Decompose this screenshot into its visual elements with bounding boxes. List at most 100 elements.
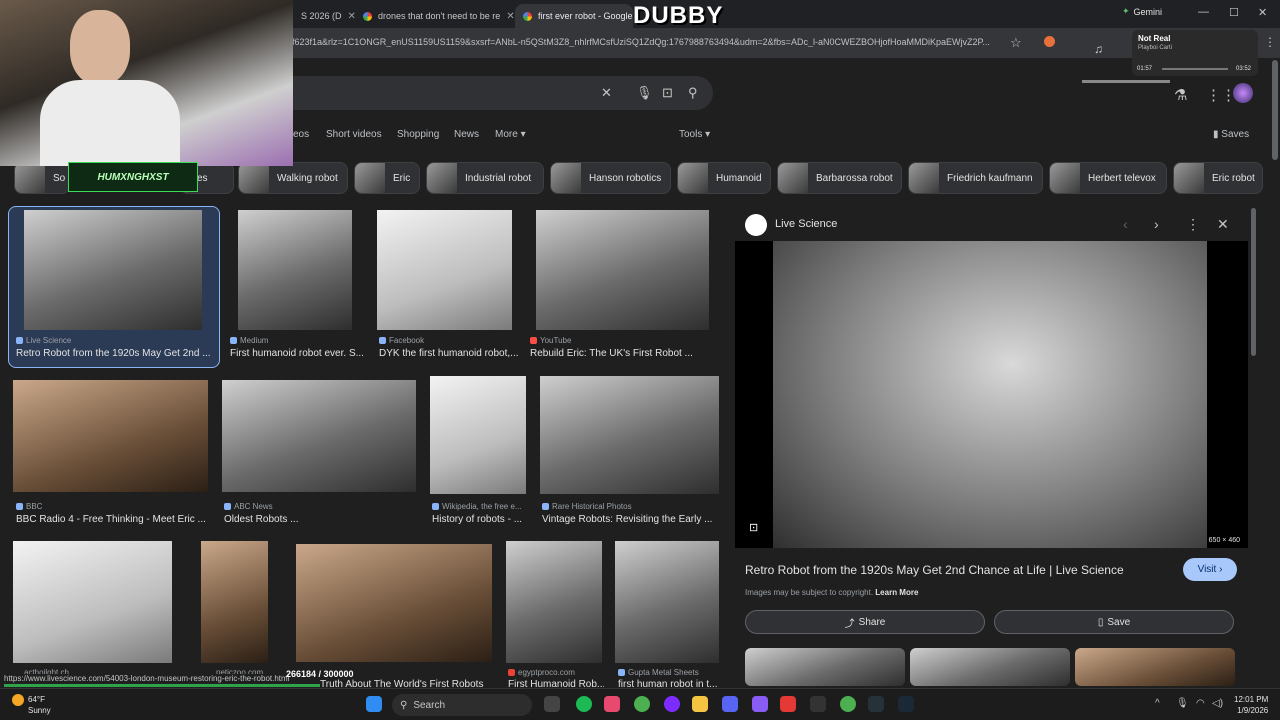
spotify-icon[interactable] [576, 696, 592, 712]
chip-friedrich-kaufmann[interactable]: Friedrich kaufmann [908, 162, 1043, 194]
avatar[interactable] [1233, 83, 1253, 103]
obs-icon[interactable] [810, 696, 826, 712]
chip-hanson-robotics[interactable]: Hanson robotics [550, 162, 671, 194]
mic-icon[interactable]: 🎙 [636, 85, 653, 101]
windows-icon[interactable] [366, 696, 382, 712]
result-image[interactable] [377, 210, 512, 330]
save-button[interactable]: ▯ Save [994, 610, 1234, 634]
maximize-icon[interactable]: ☐ [1229, 6, 1239, 19]
chip-walking-robot[interactable]: Walking robot [238, 162, 348, 194]
chip-humanoid[interactable]: Humanoid [677, 162, 771, 194]
result-image[interactable] [24, 210, 202, 330]
star-icon[interactable]: ☆ [1010, 35, 1022, 51]
related-image[interactable] [1075, 648, 1235, 686]
related-image[interactable] [910, 648, 1070, 686]
panel-source[interactable]: Live Science [775, 218, 837, 230]
chip-industrial-robot[interactable]: Industrial robot [426, 162, 544, 194]
close-icon[interactable]: ✕ [601, 85, 612, 101]
tab-more[interactable]: More ▾ [495, 129, 526, 140]
chip-eric[interactable]: Eric [354, 162, 420, 194]
result-title[interactable]: Retro Robot from the 1920s May Get 2nd .… [16, 348, 216, 359]
result-title[interactable]: Oldest Robots ... [224, 514, 414, 525]
learn-more-link[interactable]: Learn More [875, 588, 918, 597]
app-icon[interactable] [752, 696, 768, 712]
close-icon[interactable]: ✕ [1217, 216, 1229, 233]
search-box[interactable]: ✕ 🎙 ⊡ ⚲ [285, 76, 713, 110]
song-title: Not Real [1138, 34, 1171, 43]
wifi-icon[interactable]: ◠ [1196, 698, 1205, 709]
tab-3-active[interactable]: first ever robot - Google Se [515, 4, 633, 28]
result-image[interactable] [296, 544, 492, 662]
page-scrollbar[interactable] [1272, 60, 1278, 160]
tab-news[interactable]: News [454, 129, 479, 140]
result-image[interactable] [506, 541, 602, 663]
result-title[interactable]: DYK the first humanoid robot,... [379, 348, 519, 359]
flask-icon[interactable]: ⚗ [1174, 86, 1187, 104]
gemini-button[interactable]: ✦ Gemini [1122, 6, 1162, 17]
result-image[interactable] [13, 541, 172, 663]
terminal-icon[interactable] [868, 696, 884, 712]
tab-videos[interactable]: eos [293, 129, 309, 140]
related-image[interactable] [745, 648, 905, 686]
url-text[interactable]: f623f1a&rlz=1C1ONGR_enUS1159US1159&sxsrf… [292, 37, 1002, 47]
more-vert-icon[interactable]: ⋮ [1264, 35, 1276, 49]
share-button[interactable]: ⤴ Share [745, 610, 985, 634]
tab-short-videos[interactable]: Short videos [326, 129, 382, 140]
result-image[interactable] [238, 210, 352, 330]
chip[interactable]: So [14, 162, 70, 194]
taskbar-search[interactable]: ⚲ Search [392, 694, 532, 716]
tools-button[interactable]: Tools ▾ [679, 129, 710, 140]
tab-2[interactable]: drones that don't need to be re ✕ [355, 4, 515, 28]
close-window-icon[interactable]: ✕ [1258, 6, 1267, 19]
extension-icon[interactable] [1044, 36, 1055, 47]
result-image[interactable] [13, 380, 208, 492]
tab-1[interactable]: S 2026 (D ✕ [293, 4, 355, 28]
close-icon[interactable]: ✕ [348, 11, 355, 22]
tab-shopping[interactable]: Shopping [397, 129, 439, 140]
result-image[interactable] [536, 210, 709, 330]
search-icon[interactable]: ⚲ [688, 85, 698, 101]
result-image[interactable] [430, 376, 526, 494]
result-title[interactable]: BBC Radio 4 - Free Thinking - Meet Eric … [16, 514, 216, 525]
task-view-icon[interactable] [544, 696, 560, 712]
chip-herbert-televox[interactable]: Herbert televox [1049, 162, 1167, 194]
music-app-icon[interactable] [604, 696, 620, 712]
result-image[interactable] [222, 380, 416, 492]
result-title[interactable]: Rebuild Eric: The UK's First Robot ... [530, 348, 720, 359]
chip-label: Eric [393, 172, 411, 184]
chip-barbarossa-robot[interactable]: Barbarossa robot [777, 162, 902, 194]
steam-icon[interactable] [898, 696, 914, 712]
lens-icon[interactable]: ⊡ [662, 85, 673, 101]
weather-widget[interactable]: 64°F Sunny [12, 694, 51, 716]
volume-icon[interactable]: ◁) [1212, 698, 1223, 709]
result-image[interactable] [540, 376, 719, 494]
chevron-right-icon[interactable]: › [1154, 216, 1159, 232]
chevron-up-icon[interactable]: ^ [1155, 698, 1160, 709]
copyright-text: Images may be subject to copyright. [745, 588, 874, 597]
minimize-icon[interactable]: — [1198, 6, 1209, 18]
file-explorer-icon[interactable] [692, 696, 708, 712]
panel-scrollbar[interactable] [1251, 208, 1256, 356]
preview-image[interactable]: ⊡ 650 × 460 [735, 241, 1248, 548]
chip-eric-robot[interactable]: Eric robot [1173, 162, 1263, 194]
mic-icon[interactable]: 🎙 [1176, 698, 1189, 709]
preview-title[interactable]: Retro Robot from the 1920s May Get 2nd C… [745, 563, 1124, 577]
result-title[interactable]: Vintage Robots: Revisiting the Early ... [542, 514, 722, 525]
clock[interactable]: 12:01 PM 1/9/2026 [1234, 694, 1268, 716]
app-icon[interactable] [780, 696, 796, 712]
more-vert-icon[interactable]: ⋮ [1186, 216, 1200, 233]
chevron-left-icon[interactable]: ‹ [1123, 216, 1128, 232]
chrome-icon[interactable] [840, 696, 856, 712]
result-title[interactable]: History of robots - ... [432, 514, 532, 525]
result-image[interactable] [201, 541, 268, 663]
result-image[interactable] [615, 541, 719, 663]
visit-button[interactable]: Visit › [1183, 558, 1237, 581]
app-icon[interactable] [664, 696, 680, 712]
result-title[interactable]: First humanoid robot ever. S... [230, 348, 370, 359]
discord-icon[interactable] [722, 696, 738, 712]
apps-icon[interactable]: ⋮⋮ [1206, 86, 1236, 104]
close-icon[interactable]: ✕ [506, 11, 514, 22]
chrome-icon[interactable] [634, 696, 650, 712]
saves-button[interactable]: ▮ Saves [1213, 129, 1249, 140]
lens-icon[interactable]: ⊡ [749, 521, 758, 534]
